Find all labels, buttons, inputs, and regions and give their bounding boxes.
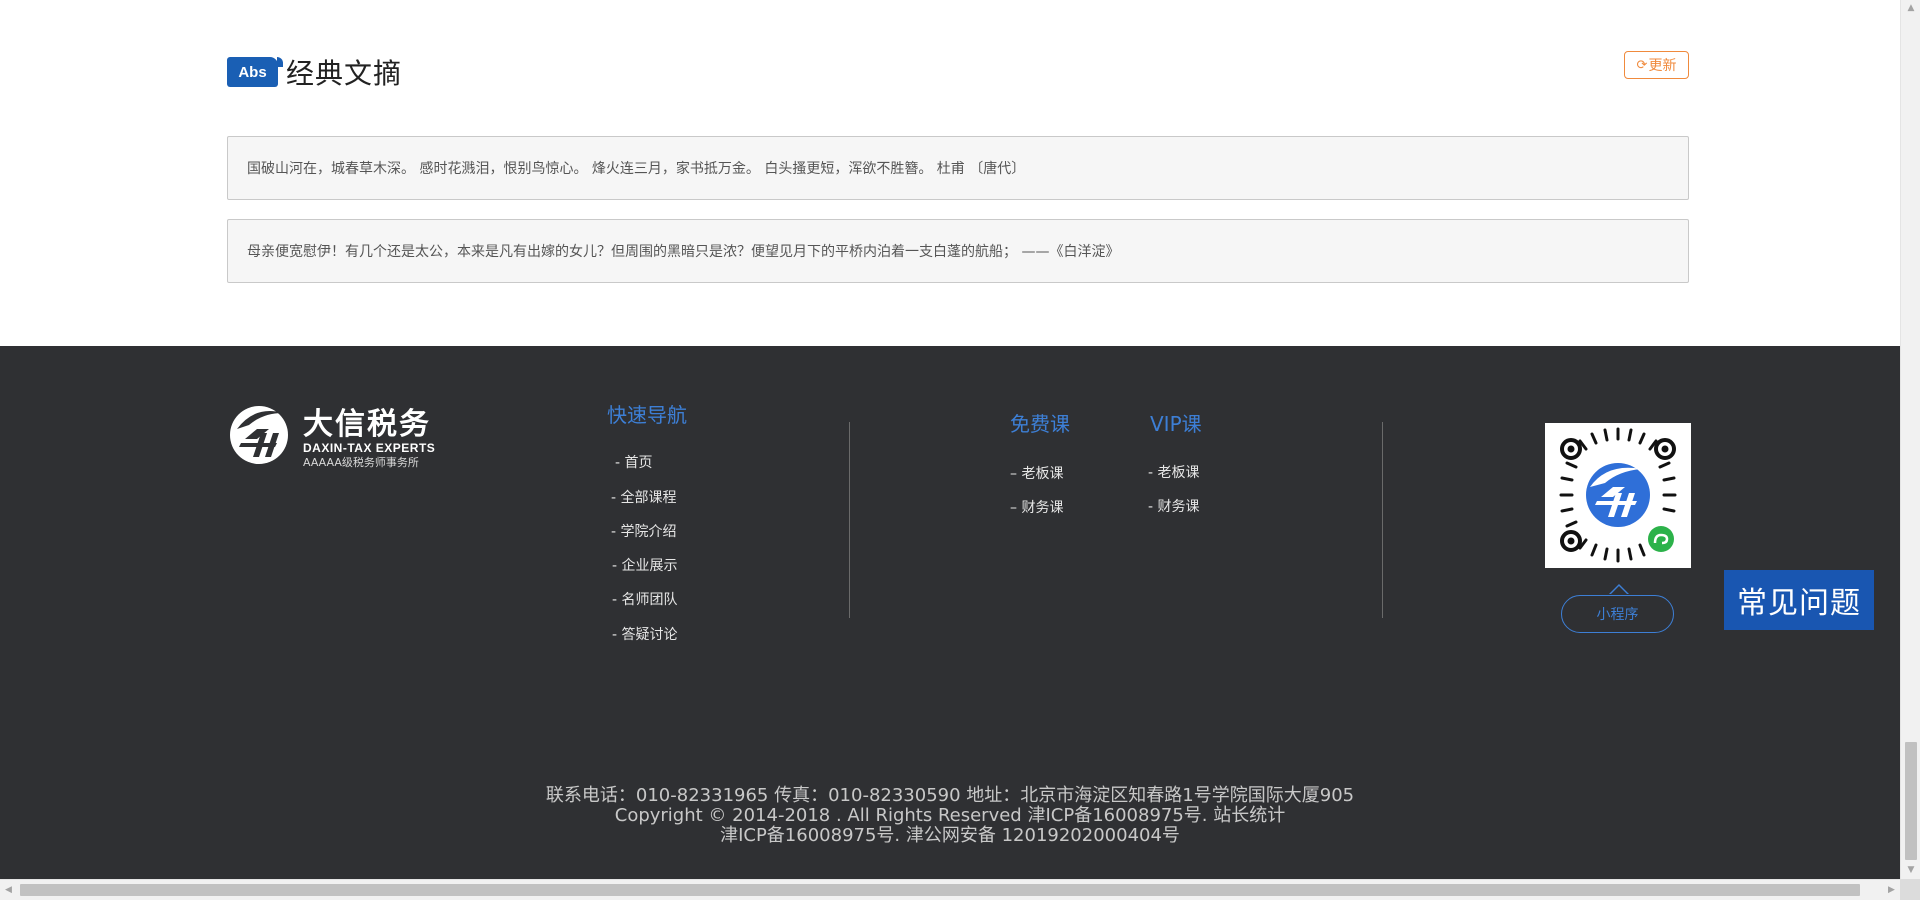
qr-code <box>1545 423 1691 568</box>
scroll-up-arrow-icon[interactable]: ▲ <box>1901 0 1920 17</box>
contact-line: 联系电话：010-82331965 传真：010-82330590 地址：北京市… <box>545 785 1355 806</box>
qr-pointer <box>1609 584 1629 594</box>
miniprogram-button[interactable]: 小程序 <box>1561 595 1674 633</box>
section-header: Abs 经典文摘 <box>227 50 402 94</box>
horizontal-scrollbar[interactable]: ◀ ▶ <box>0 879 1900 900</box>
quick-nav-teachers[interactable]: - 名师团队 <box>612 589 678 609</box>
qr-code-icon <box>1545 423 1691 568</box>
quote-card: 母亲便宽慰伊！有几个还是太公，本来是凡有出嫁的女儿？但周围的黑暗只是浓？便望见月… <box>227 219 1689 283</box>
faq-button[interactable]: 常见问题 <box>1724 570 1874 630</box>
footer-divider-left <box>849 422 850 618</box>
scrollbar-corner <box>1900 879 1920 900</box>
horizontal-scroll-thumb[interactable] <box>20 884 1860 896</box>
scroll-down-arrow-icon[interactable]: ▼ <box>1901 862 1920 879</box>
site-footer: 大信税务 DAXIN-TAX EXPERTS AAAAA级税务师事务所 快速导航… <box>0 346 1900 879</box>
footer-divider-right <box>1382 422 1383 618</box>
section-title: 经典文摘 <box>286 57 403 90</box>
quick-nav-title: 快速导航 <box>607 403 687 427</box>
daxin-logo-icon <box>230 406 288 464</box>
vip-course-boss[interactable]: - 老板课 <box>1148 462 1200 482</box>
quick-nav-qa[interactable]: - 答疑讨论 <box>612 624 678 644</box>
quote-text: 国破山河在，城春草木深。 感时花溅泪，恨别鸟惊心。 烽火连三月，家书抵万金。 白… <box>247 161 1026 177</box>
quick-nav-about[interactable]: - 学院介绍 <box>611 521 677 541</box>
quote-card: 国破山河在，城春草木深。 感时花溅泪，恨别鸟惊心。 烽火连三月，家书抵万金。 白… <box>227 136 1689 200</box>
logo-cn-text: 大信税务 <box>303 407 431 442</box>
quote-text: 母亲便宽慰伊！有几个还是太公，本来是凡有出嫁的女儿？但周围的黑暗只是浓？便望见月… <box>247 244 1120 260</box>
quick-nav-all-courses[interactable]: - 全部课程 <box>611 487 677 507</box>
free-course-boss[interactable]: – 老板课 <box>1010 463 1063 483</box>
vip-courses-title: VIP课 <box>1150 412 1202 436</box>
logo-sub-text: AAAAA级税务师事务所 <box>303 456 419 469</box>
scroll-right-arrow-icon[interactable]: ▶ <box>1883 880 1900 900</box>
refresh-button[interactable]: ⟳ 更新 <box>1624 51 1689 79</box>
free-course-finance[interactable]: – 财务课 <box>1010 497 1063 517</box>
vip-course-finance[interactable]: - 财务课 <box>1148 496 1200 516</box>
free-courses-title: 免费课 <box>1010 412 1070 436</box>
icp-line: 津ICP备16008975号. 津公网安备 12019202000404号 <box>720 825 1180 846</box>
logo-en-text: DAXIN-TAX EXPERTS <box>303 441 436 455</box>
footer-info: 联系电话：010-82331965 传真：010-82330590 地址：北京市… <box>0 786 1900 846</box>
scroll-left-arrow-icon[interactable]: ◀ <box>0 880 17 900</box>
quick-nav-home[interactable]: - 首页 <box>615 452 653 472</box>
refresh-label: 更新 <box>1648 58 1677 74</box>
quotes-section: Abs 经典文摘 ⟳ 更新 国破山河在，城春草木深。 感时花溅泪，恨别鸟惊心。 … <box>0 0 1900 346</box>
footer-logo[interactable]: 大信税务 DAXIN-TAX EXPERTS AAAAA级税务师事务所 <box>227 399 437 474</box>
copyright-line: Copyright © 2014-2018 . All Rights Reser… <box>614 805 1286 826</box>
vertical-scrollbar[interactable]: ▲ ▼ <box>1900 0 1920 879</box>
abs-badge: Abs <box>227 57 283 87</box>
vertical-scroll-thumb[interactable] <box>1905 742 1917 860</box>
quick-nav-enterprise[interactable]: - 企业展示 <box>612 555 678 575</box>
refresh-icon: ⟳ <box>1636 57 1648 73</box>
